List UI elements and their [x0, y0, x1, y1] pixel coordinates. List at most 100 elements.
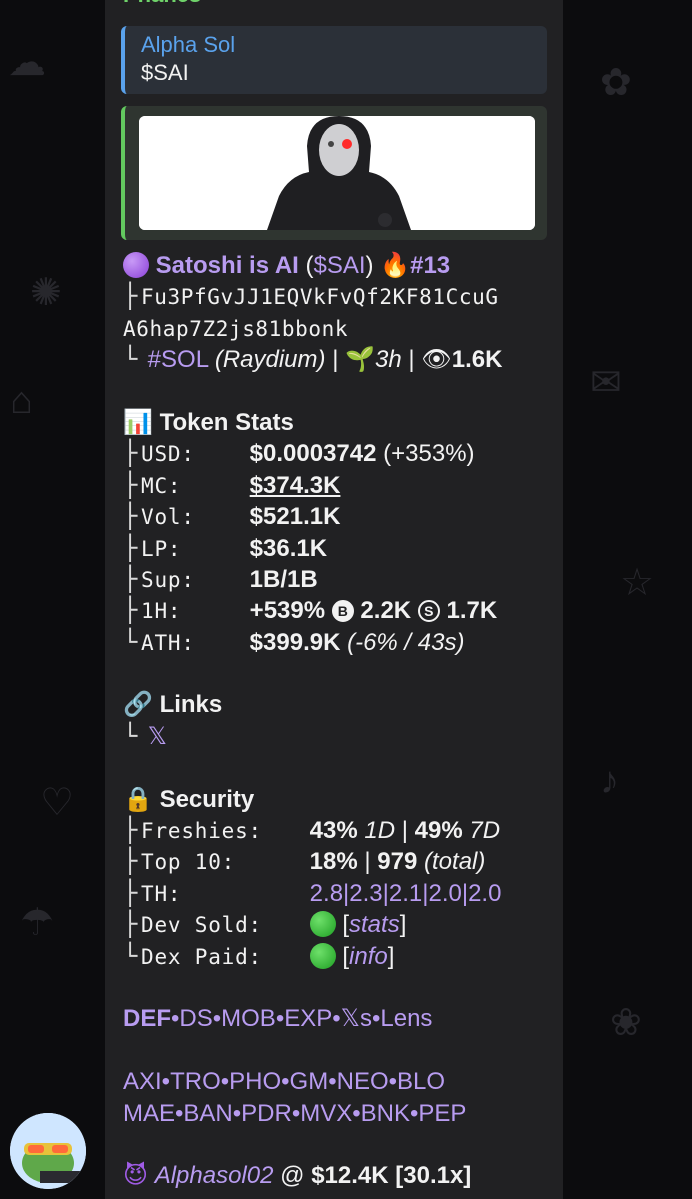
security-key: Dev Sold: — [141, 913, 262, 938]
tree-branch: ├ — [123, 439, 138, 468]
period-label: 7D — [469, 817, 501, 845]
security-value: 18% — [309, 848, 358, 876]
stat-value: $399.9K — [249, 628, 341, 656]
wallpaper-doodle: ♪ — [600, 760, 619, 802]
stat-value: $521.1K — [249, 503, 341, 531]
stat-row-1h: ├ 1H: +539% B 2.2K S 1.7K — [123, 595, 553, 626]
section-title: Links — [159, 691, 223, 719]
ticker-open: ( — [305, 252, 314, 279]
rank-link[interactable]: #13 — [410, 252, 450, 279]
separator: | — [401, 817, 408, 845]
period-label: 1D — [364, 817, 396, 845]
wallpaper-doodle: ☂ — [20, 902, 55, 944]
token-age: 3h — [374, 346, 402, 374]
security-row-freshies: ├ Freshies: 43% 1D | 49% 7D — [123, 815, 553, 846]
token-image[interactable] — [139, 116, 535, 230]
stats-link[interactable]: stats — [349, 911, 400, 938]
bot-links[interactable]: AXI•TRO•PHO•GM•NEO•BLO — [123, 1068, 445, 1095]
shortcut-links-row-2: AXI•TRO•PHO•GM•NEO•BLO — [123, 1066, 553, 1097]
info-link[interactable]: info — [349, 943, 388, 970]
security-heading: 🔒 Security — [123, 784, 553, 815]
ticker-link[interactable]: $SAI — [314, 252, 366, 279]
dex-name: (Raydium) — [214, 346, 326, 374]
link-icon: 🔗 — [123, 690, 153, 719]
contract-address-part1[interactable]: Fu3PfGvJJ1EQVkFvQf2KF81CcuG — [141, 285, 499, 309]
tree-branch: ├ — [123, 470, 138, 499]
bar-chart-icon: 📊 — [123, 407, 153, 436]
eye-icon: 👁 — [421, 345, 452, 374]
separator: | — [332, 346, 339, 374]
bracket: ] — [387, 942, 395, 970]
message-bubble: Phanes admin Alpha Sol $SAI Satoshi is A… — [105, 0, 563, 1199]
link-preview[interactable] — [121, 106, 547, 240]
bracket: [ — [342, 942, 350, 970]
caller-line: 😈 Alphasol02 @ $12.4K [30.1x] — [123, 1160, 553, 1191]
reply-quote[interactable]: Alpha Sol $SAI — [121, 26, 547, 94]
stat-row-mc: ├ MC: $374.3K — [123, 470, 553, 501]
token-name-link[interactable]: Satoshi is AI — [156, 252, 299, 279]
top-holders-links[interactable]: 2.8|2.3|2.1|2.0|2.0 — [310, 880, 502, 907]
token-info: Satoshi is AI ($SAI) 🔥#13 ├ Fu3PfGvJJ1EQV… — [123, 250, 553, 1192]
contract-address-part2[interactable]: A6hap7Z2js81bbonk — [123, 317, 348, 341]
bracket: [ — [342, 911, 350, 939]
x-link[interactable]: 𝕏 — [148, 723, 167, 750]
stat-row-usd: ├ USD: $0.0003742 (+353%) — [123, 438, 553, 469]
tree-corner: └ — [123, 627, 138, 656]
address-line-2: A6hap7Z2js81bbonk — [123, 313, 553, 344]
security-value: 43% — [309, 817, 358, 845]
security-key: Top 10: — [141, 850, 236, 875]
bot-links[interactable]: MAE•BAN•PDR•MVX•BNK•PEP — [123, 1100, 466, 1127]
section-title: Security — [159, 785, 255, 813]
fire-icon: 🔥 — [380, 251, 411, 279]
tree-branch: ├ — [123, 282, 138, 311]
tree-branch: ├ — [123, 533, 138, 562]
stat-row-lp: ├ LP: $36.1K — [123, 533, 553, 564]
caller-link[interactable]: Alphasol02 — [155, 1162, 274, 1189]
devil-icon: 😈 — [123, 1161, 149, 1190]
tree-branch: ├ — [123, 564, 138, 593]
tree-branch: ├ — [123, 847, 138, 876]
chain-link[interactable]: #SOL — [148, 346, 208, 373]
hooded-figure-image — [139, 116, 535, 230]
wallpaper-doodle: ❀ — [610, 1002, 642, 1044]
ticker-close: ) — [365, 252, 374, 279]
tree-branch: ├ — [123, 816, 138, 845]
security-row-dex-paid: └ Dex Paid: [info] — [123, 941, 553, 972]
def-link[interactable]: DEF — [123, 1005, 171, 1032]
lock-icon: 🔒 — [123, 784, 153, 813]
stat-row-vol: ├ Vol: $521.1K — [123, 501, 553, 532]
stat-value: 1B/1B — [249, 565, 318, 593]
tree-corner: └ — [123, 721, 138, 750]
caller-multiplier: [30.1x] — [395, 1162, 472, 1190]
token-title-line: Satoshi is AI ($SAI) 🔥#13 — [123, 250, 553, 281]
stat-key: LP: — [141, 536, 182, 561]
security-key: Dex Paid: — [141, 944, 262, 969]
wallpaper-doodle: ♡ — [40, 782, 75, 824]
shortcut-links-row-3: MAE•BAN•PDR•MVX•BNK•PEP — [123, 1098, 553, 1129]
security-key: TH: — [141, 881, 182, 906]
tree-branch: ├ — [123, 502, 138, 531]
buys-icon: B — [331, 600, 354, 623]
stat-key: ATH: — [141, 630, 195, 655]
sender-avatar[interactable] — [10, 1113, 86, 1189]
buys-count: 2.2K — [360, 597, 412, 625]
tree-corner: └ — [123, 941, 138, 970]
separator: | — [364, 848, 371, 876]
stat-row-sup: ├ Sup: 1B/1B — [123, 564, 553, 595]
address-line-1: ├ Fu3PfGvJJ1EQVkFvQf2KF81CcuG — [123, 281, 553, 312]
stat-key: MC: — [141, 473, 182, 498]
sells-icon: S — [417, 600, 440, 623]
shortcut-links[interactable]: •DS•MOB•EXP•𝕏s•Lens — [171, 1005, 432, 1032]
security-row-top10: ├ Top 10: 18% | 979 (total) — [123, 846, 553, 877]
wallpaper-doodle: ✿ — [600, 62, 632, 104]
at-sign: @ — [280, 1162, 305, 1190]
stat-value: $36.1K — [249, 534, 328, 562]
sells-count: 1.7K — [446, 597, 498, 625]
sender-name[interactable]: Phanes — [123, 0, 201, 8]
sender-role: admin — [491, 0, 545, 5]
frog-avatar-image — [10, 1113, 86, 1189]
market-cap-link[interactable]: $374.3K — [250, 472, 341, 499]
purple-circle-icon — [123, 252, 149, 278]
security-row-dev-sold: ├ Dev Sold: [stats] — [123, 909, 553, 940]
view-count: 1.6K — [451, 346, 503, 374]
